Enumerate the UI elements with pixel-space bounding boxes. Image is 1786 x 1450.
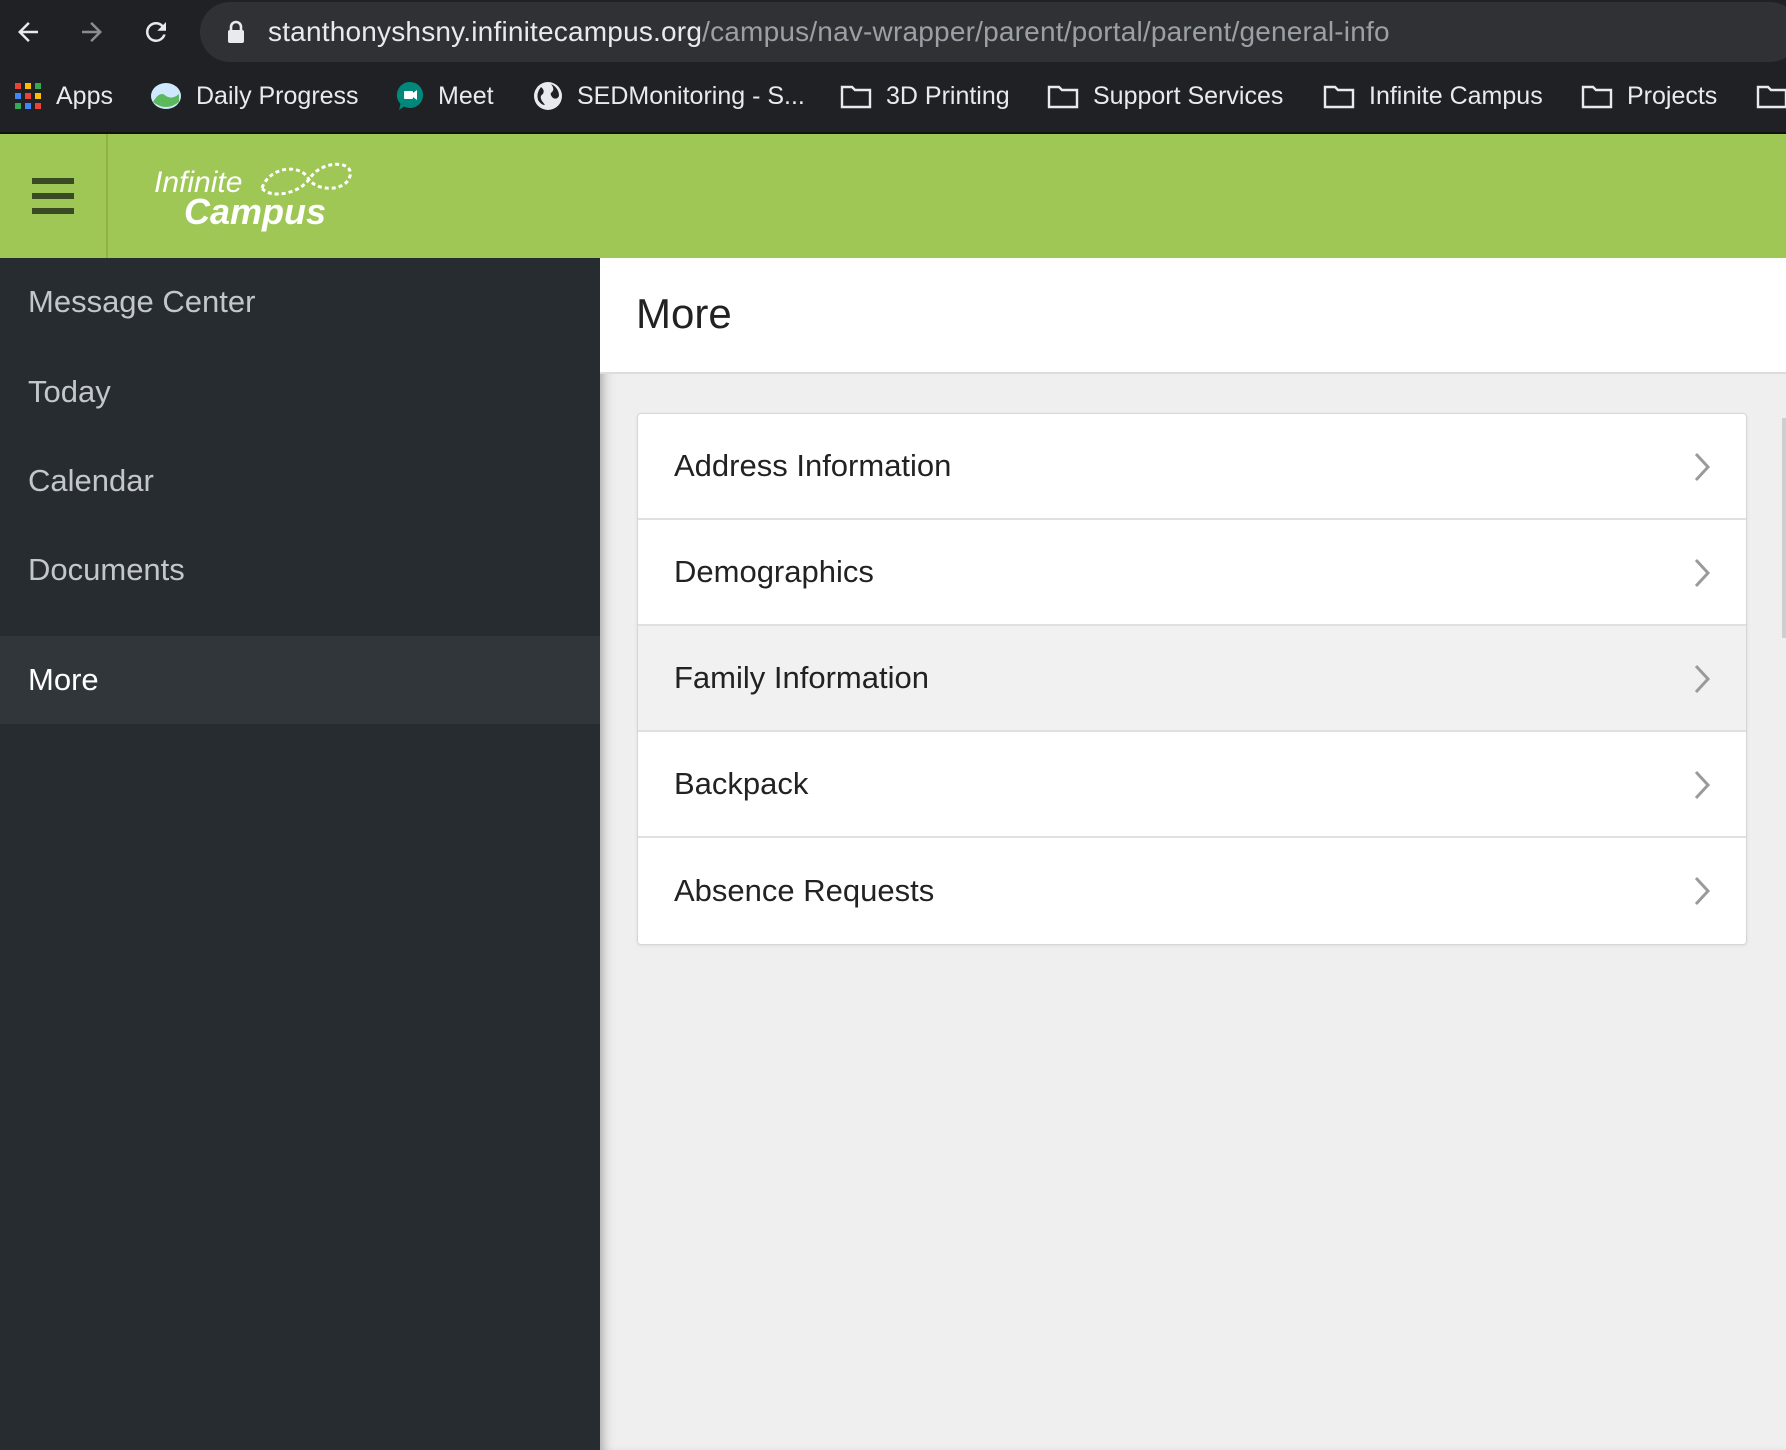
apps-grid-icon [15, 83, 41, 109]
back-button[interactable] [8, 12, 48, 52]
bookmark-label: 3D Printing [886, 81, 1010, 110]
page-header: More [600, 258, 1786, 374]
chevron-right-icon [1694, 876, 1711, 906]
hamburger-icon [32, 178, 74, 214]
reload-icon [145, 21, 166, 42]
list-item-absence-requests[interactable]: Absence Requests [638, 838, 1746, 944]
bookmark-projects[interactable]: Projects [1581, 76, 1717, 116]
chevron-right-icon [1694, 558, 1711, 588]
bookmark-infinite-campus[interactable]: Infinite Campus [1323, 76, 1543, 116]
chevron-right-icon [1694, 770, 1711, 800]
arrow-left-icon [18, 22, 38, 42]
sidebar-item-label: Today [28, 374, 111, 409]
arrow-right-icon [82, 22, 102, 42]
basecamp-icon [151, 83, 181, 109]
bookmark-label: Daily Progress [196, 81, 359, 110]
forward-button[interactable] [72, 12, 112, 52]
folder-icon [1581, 85, 1613, 109]
reload-button[interactable] [136, 12, 176, 52]
menu-toggle-button[interactable] [0, 134, 108, 258]
chevron-right-icon [1694, 452, 1711, 482]
sidebar-item-calendar[interactable]: Calendar [0, 437, 600, 525]
folder-icon [840, 85, 872, 109]
list-item-label: Backpack [674, 766, 809, 801]
list-item-label: Absence Requests [674, 873, 935, 908]
sidebar-item-label: More [28, 662, 99, 697]
bookmark-3d-printing[interactable]: 3D Printing [840, 76, 1010, 116]
chevron-right-icon [1694, 664, 1711, 694]
list-item-label: Demographics [674, 554, 874, 589]
bookmarks-bar: Apps Daily Progress Meet SEDMonitoring -… [0, 64, 1786, 134]
bookmark-label: Projects [1627, 81, 1718, 110]
bookmark-daily-progress[interactable]: Daily Progress [150, 76, 359, 116]
list-item-label: Address Information [674, 448, 952, 483]
more-links-list: Address Information Demographics Family … [637, 413, 1747, 945]
infinite-campus-logo[interactable]: Infinite Campus [150, 154, 360, 240]
bookmark-label: Support Services [1093, 81, 1284, 110]
folder-icon [1323, 85, 1355, 109]
sidebar-item-label: Documents [28, 552, 185, 587]
bookmark-support-services[interactable]: Support Services [1047, 76, 1283, 116]
list-item-family-information[interactable]: Family Information [638, 626, 1746, 732]
list-item-label: Family Information [674, 660, 929, 695]
meet-icon [396, 81, 424, 110]
sidebar-item-today[interactable]: Today [0, 348, 600, 436]
bookmark-label: Meet [438, 81, 494, 110]
url-path: /campus/nav-wrapper/parent/portal/parent… [702, 16, 1390, 47]
sidebar-item-message-center[interactable]: Message Center [0, 258, 600, 346]
main-content: More Address Information Demographics Fa… [600, 258, 1786, 1450]
bookmark-sedmonitoring[interactable]: SEDMonitoring - S... [533, 76, 805, 116]
bookmark-meet[interactable]: Meet [396, 76, 494, 116]
bookmark-label: Infinite Campus [1369, 81, 1543, 110]
page-title: More [636, 290, 732, 337]
globe-icon [534, 82, 562, 110]
list-item-demographics[interactable]: Demographics [638, 520, 1746, 626]
logo-text-line2: Campus [184, 191, 326, 232]
list-item-backpack[interactable]: Backpack [638, 732, 1746, 838]
sidebar-item-more[interactable]: More [0, 636, 600, 724]
list-item-address-information[interactable]: Address Information [638, 414, 1746, 520]
folder-icon [1756, 85, 1786, 109]
folder-icon [1047, 85, 1079, 109]
app-header: Infinite Campus [0, 134, 1786, 258]
url-host: stanthonyshsny.infinitecampus.org [268, 16, 703, 47]
sidebar-nav: Message Center Today Calendar Documents … [0, 258, 600, 1450]
address-bar[interactable]: stanthonyshsny.infinitecampus.org/campus… [200, 2, 1786, 62]
browser-toolbar: stanthonyshsny.infinitecampus.org/campus… [0, 0, 1786, 64]
bookmark-overflow[interactable] [1756, 76, 1786, 116]
bookmark-label: Apps [56, 81, 113, 110]
scrollbar[interactable] [1782, 418, 1786, 638]
sidebar-item-documents[interactable]: Documents [0, 526, 600, 614]
sidebar-item-label: Message Center [28, 284, 256, 319]
bookmark-apps[interactable]: Apps [14, 76, 113, 116]
url-text: stanthonyshsny.infinitecampus.org/campus… [268, 16, 1390, 48]
sidebar-item-label: Calendar [28, 463, 154, 498]
bookmark-label: SEDMonitoring - S... [577, 81, 805, 110]
lock-icon [228, 20, 244, 43]
